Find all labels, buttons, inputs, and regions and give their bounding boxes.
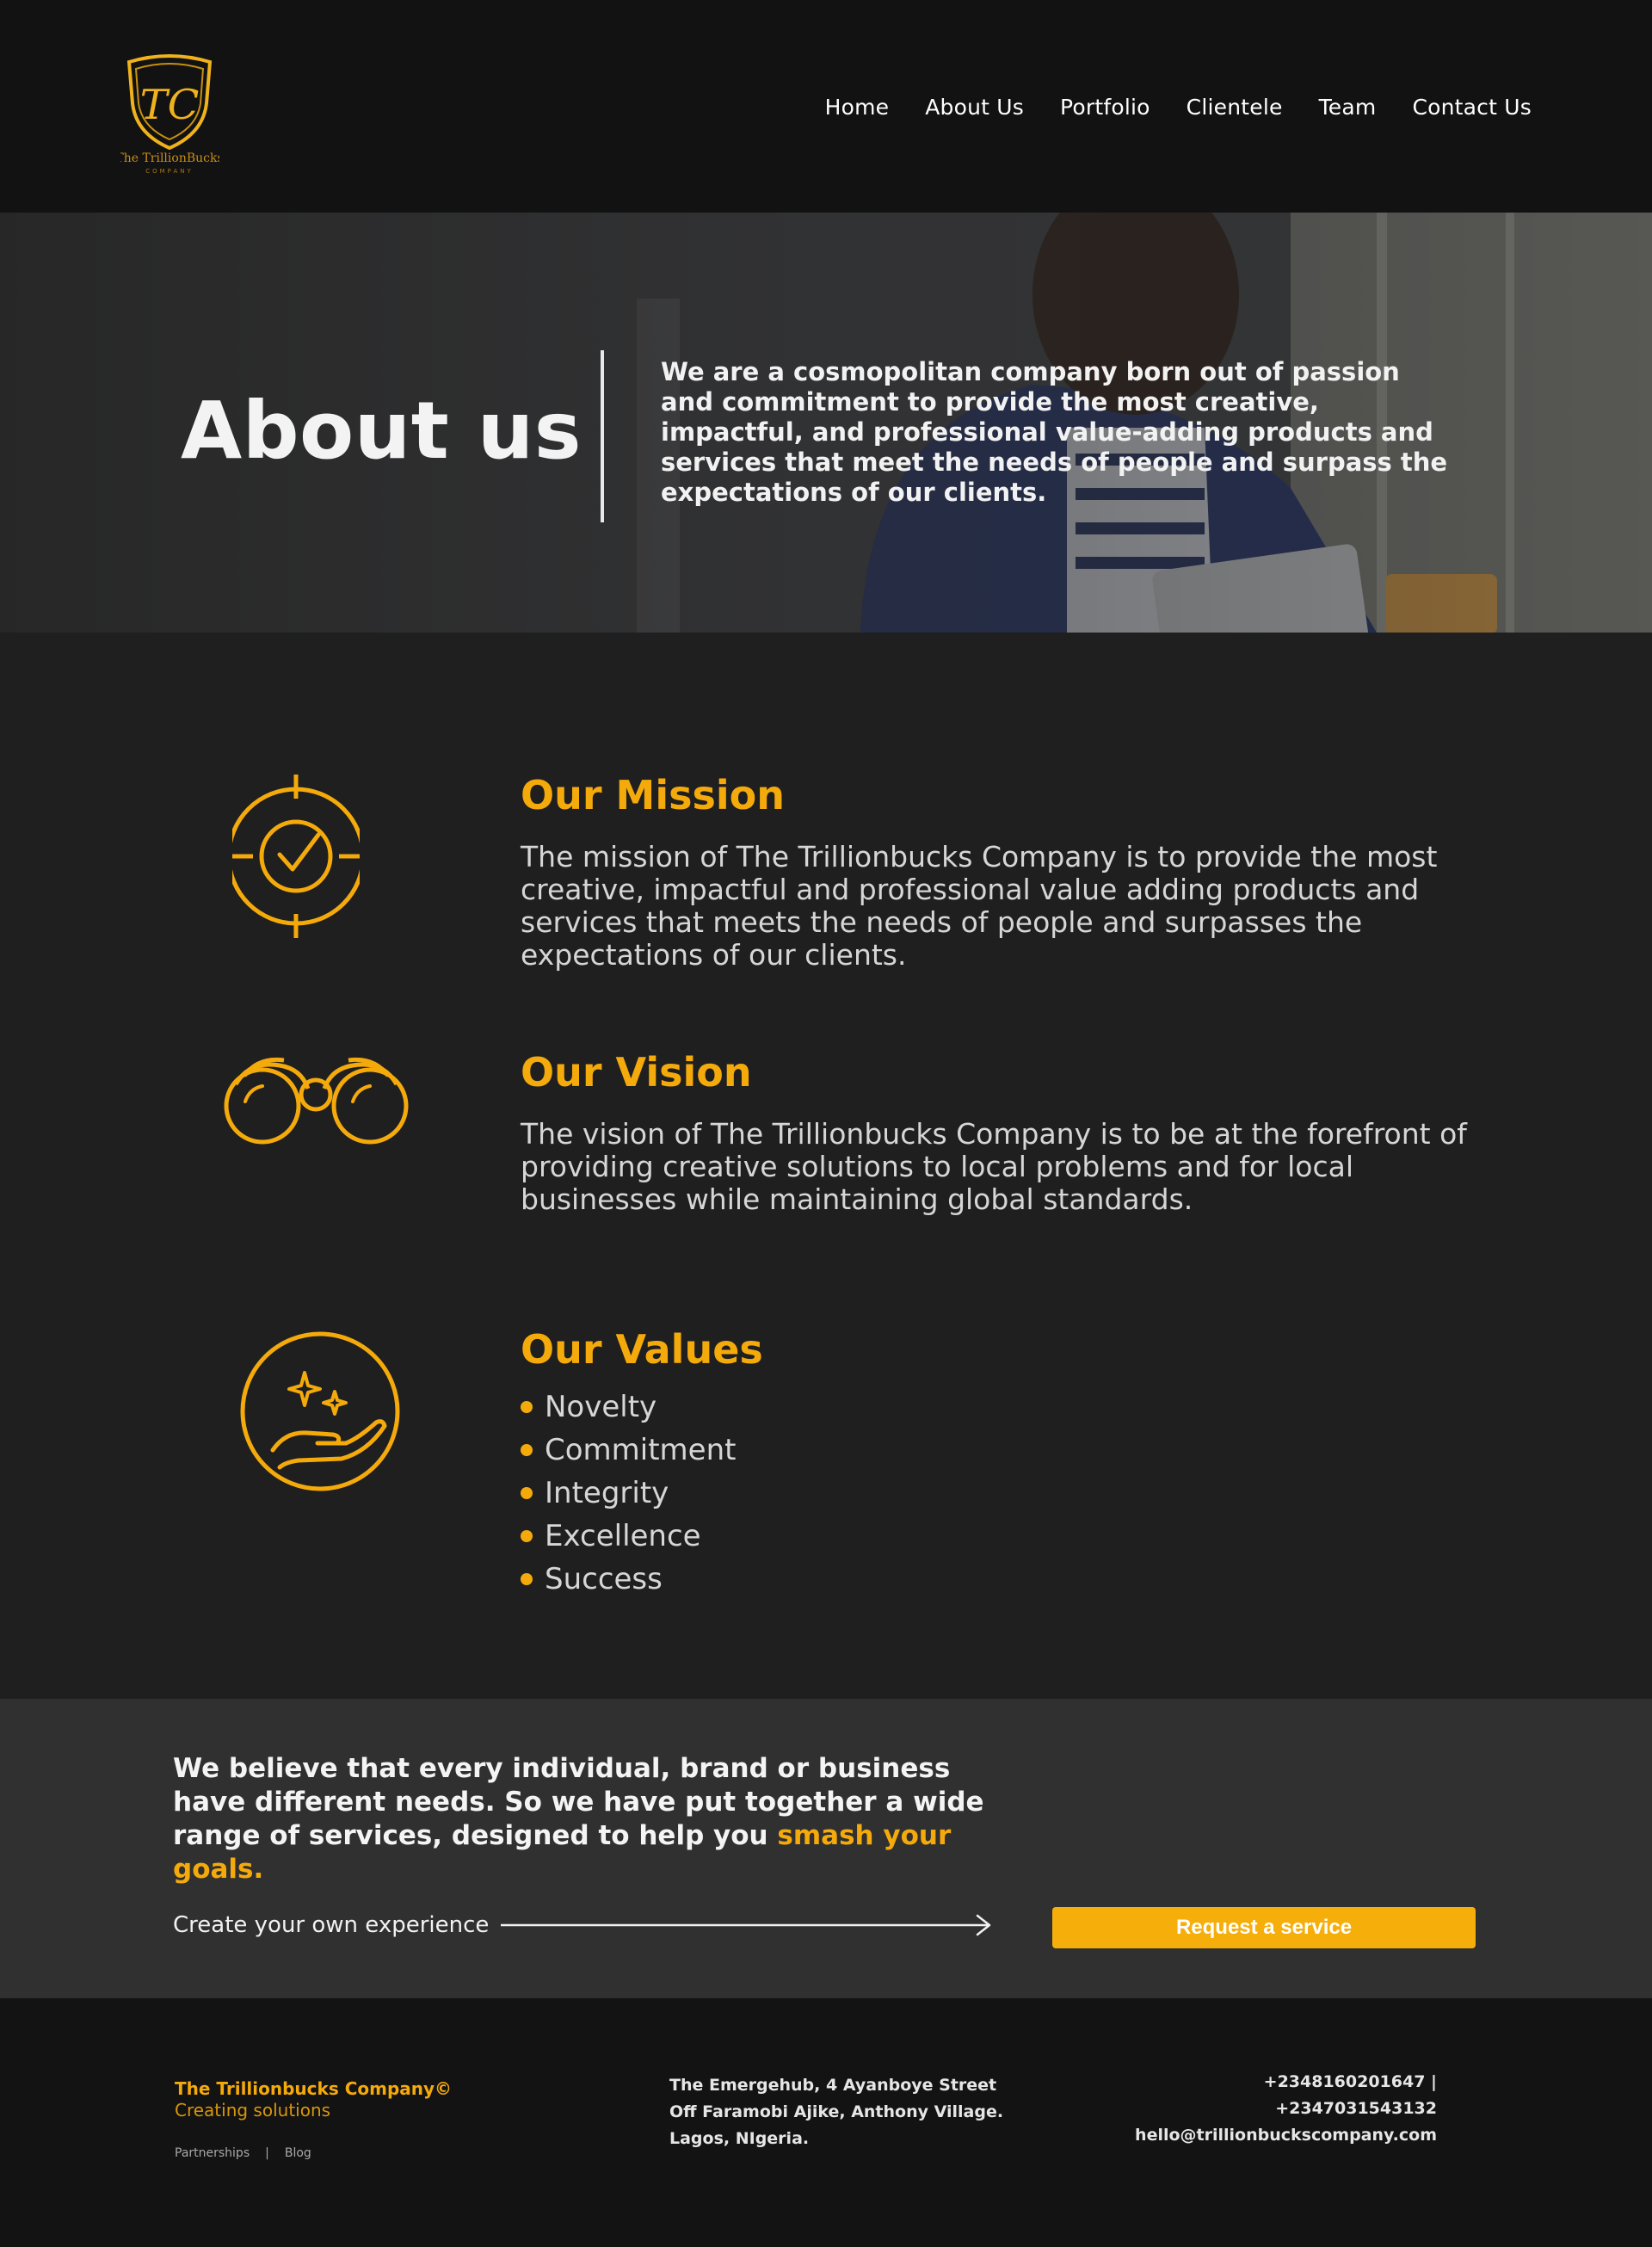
hero-banner: About us We are a cosmopolitan company b… xyxy=(0,213,1652,633)
site-header: TC The TrillionBucks COMPANY Home About … xyxy=(0,0,1652,213)
footer-link-blog[interactable]: Blog xyxy=(285,2146,311,2160)
footer-link-partnerships[interactable]: Partnerships xyxy=(175,2146,250,2160)
bullet-icon xyxy=(521,1573,533,1585)
footer-links: Partnerships | Blog xyxy=(175,2146,311,2160)
main-nav: Home About Us Portfolio Clientele Team C… xyxy=(825,95,1532,120)
value-label: Novelty xyxy=(545,1390,657,1424)
nav-about-us[interactable]: About Us xyxy=(925,95,1024,120)
address-line: The Emergehub, 4 Ayanboye Street xyxy=(669,2076,997,2095)
bullet-icon xyxy=(521,1444,533,1456)
logo-sub: COMPANY xyxy=(145,168,194,175)
nav-clientele[interactable]: Clientele xyxy=(1187,95,1283,120)
nav-contact-us[interactable]: Contact Us xyxy=(1412,95,1532,120)
mission-text: The mission of The Trillionbucks Company… xyxy=(521,840,1438,972)
logo-monogram: TC xyxy=(140,81,200,129)
footer-company-name: The Trillionbucks Company© xyxy=(175,2078,453,2099)
footer-link-separator: | xyxy=(265,2146,269,2160)
mission-title: Our Mission xyxy=(521,772,785,818)
list-item: Excellence xyxy=(521,1515,736,1558)
value-label: Success xyxy=(545,1562,663,1596)
bullet-icon xyxy=(521,1401,533,1413)
values-title: Our Values xyxy=(521,1326,763,1373)
value-label: Integrity xyxy=(545,1476,669,1510)
address-line: Off Faramobi Ajike, Anthony Village. xyxy=(669,2102,1004,2121)
company-logo[interactable]: TC The TrillionBucks COMPANY xyxy=(115,52,224,176)
arrow-right-icon xyxy=(501,1914,991,1936)
page-title: About us xyxy=(181,385,583,477)
logo-crest-icon: TC The TrillionBucks COMPANY xyxy=(115,54,224,175)
logo-name: The TrillionBucks xyxy=(120,151,219,165)
cta-label: Create your own experience xyxy=(173,1912,490,1938)
value-label: Excellence xyxy=(545,1519,701,1553)
request-service-button[interactable]: Request a service xyxy=(1052,1907,1476,1948)
footer-contact: +2348160201647 | +2347031543132 hello@tr… xyxy=(1127,2069,1437,2149)
binoculars-icon xyxy=(224,1057,409,1145)
hero-divider xyxy=(601,350,604,522)
list-item: Success xyxy=(521,1558,736,1601)
hand-sparkles-icon xyxy=(240,1331,400,1491)
bullet-icon xyxy=(521,1530,533,1542)
vision-text: The vision of The Trillionbucks Company … xyxy=(521,1117,1467,1216)
bullet-icon xyxy=(521,1487,533,1499)
values-list: Novelty Commitment Integrity Excellence … xyxy=(521,1386,736,1601)
cta-text: We believe that every individual, brand … xyxy=(173,1752,990,1886)
list-item: Novelty xyxy=(521,1386,736,1429)
target-check-icon xyxy=(232,775,360,938)
address-line: Lagos, NIgeria. xyxy=(669,2129,810,2148)
cta-section: We believe that every individual, brand … xyxy=(0,1699,1652,1998)
footer-email[interactable]: hello@trillionbuckscompany.com xyxy=(1127,2122,1437,2149)
hero-intro-text: We are a cosmopolitan company born out o… xyxy=(661,357,1448,507)
value-label: Commitment xyxy=(545,1433,737,1467)
nav-portfolio[interactable]: Portfolio xyxy=(1060,95,1150,120)
nav-team[interactable]: Team xyxy=(1319,95,1377,120)
footer-address: The Emergehub, 4 Ayanboye Street Off Far… xyxy=(669,2072,1003,2152)
footer-phones[interactable]: +2348160201647 | +2347031543132 xyxy=(1127,2069,1437,2122)
nav-home[interactable]: Home xyxy=(825,95,890,120)
list-item: Commitment xyxy=(521,1429,736,1472)
site-footer: The Trillionbucks Company© Creating solu… xyxy=(0,1998,1652,2247)
vision-title: Our Vision xyxy=(521,1049,752,1096)
footer-tagline: Creating solutions xyxy=(175,2100,331,2120)
list-item: Integrity xyxy=(521,1472,736,1515)
